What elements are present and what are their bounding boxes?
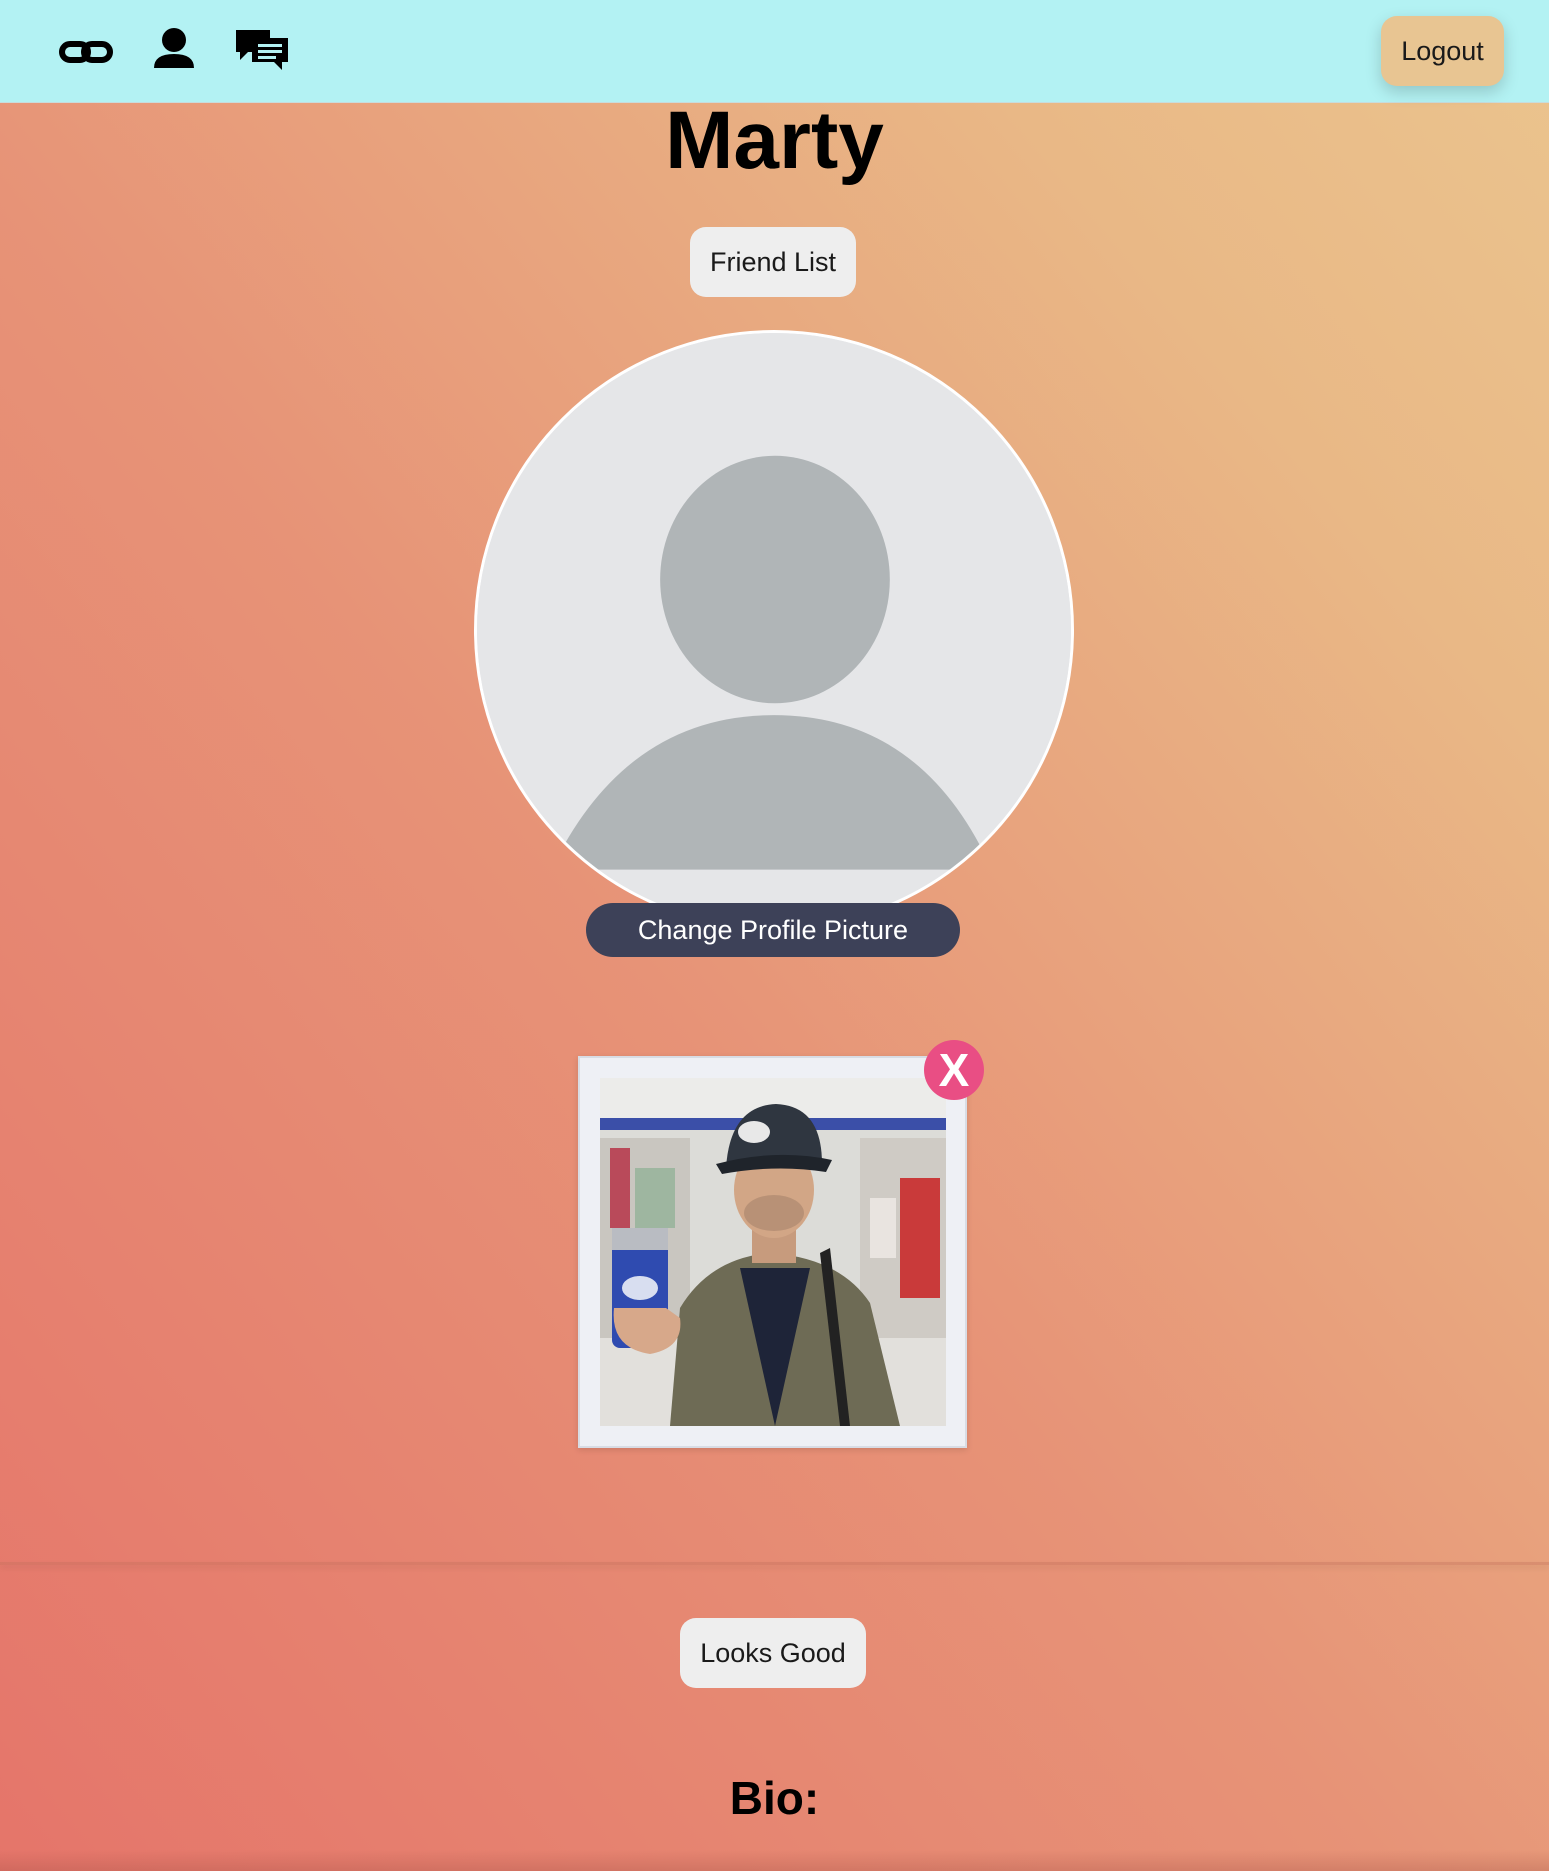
logout-button[interactable]: Logout (1381, 16, 1504, 86)
bottom-shade (0, 1850, 1549, 1871)
default-avatar-icon (477, 333, 1071, 927)
chat-icon[interactable] (234, 24, 290, 80)
profile-name: Marty (665, 95, 884, 186)
change-profile-picture-button[interactable]: Change Profile Picture (586, 903, 960, 957)
remove-photo-button[interactable]: X (924, 1040, 984, 1100)
uploaded-photo (600, 1078, 946, 1426)
bio-heading: Bio: (729, 1772, 820, 1824)
user-icon[interactable] (146, 24, 202, 80)
avatar (474, 330, 1074, 930)
friend-list-button[interactable]: Friend List (690, 227, 856, 297)
section-divider (0, 1562, 1549, 1565)
top-navbar: Logout (0, 0, 1549, 103)
link-icon[interactable] (58, 24, 114, 80)
photo-preview-card (578, 1056, 967, 1448)
looks-good-button[interactable]: Looks Good (680, 1618, 866, 1688)
